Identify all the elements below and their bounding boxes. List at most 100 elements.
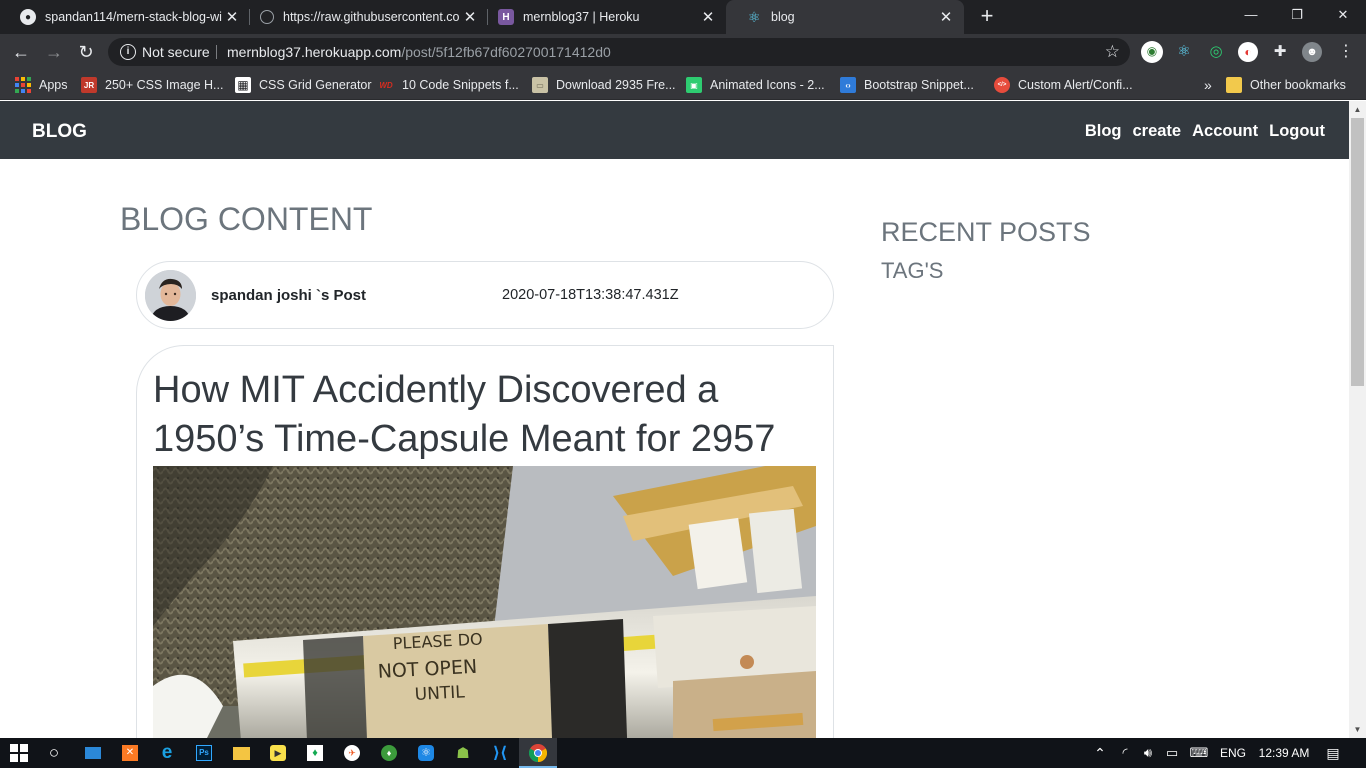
scrollbar-thumb[interactable] — [1351, 118, 1364, 386]
keyboard-icon[interactable]: ⌨ — [1186, 738, 1212, 768]
profile-extension-icon[interactable]: ◉ — [1141, 41, 1163, 63]
nav-link-account[interactable]: Account — [1192, 122, 1258, 141]
chrome-menu-icon[interactable]: ⋮ — [1336, 42, 1356, 62]
battery-icon[interactable]: ▭ — [1161, 738, 1183, 768]
close-tab-icon[interactable]: ✕ — [462, 8, 478, 26]
action-center-icon[interactable]: ▤ — [1322, 738, 1344, 768]
avatar-image — [145, 270, 196, 321]
tab-blog[interactable]: ⚛ blog ✕ — [726, 0, 964, 34]
tab-title: mernblog37 | Heroku — [523, 10, 640, 24]
chrome-taskbar-icon[interactable] — [527, 742, 549, 764]
profile-avatar-icon[interactable]: ☻ — [1302, 42, 1322, 62]
site-navbar: BLOG Blog create Account Logout — [0, 101, 1349, 159]
divider — [216, 45, 217, 59]
avatar[interactable] — [145, 270, 196, 321]
image-icon: ▭ — [532, 77, 548, 93]
language-indicator[interactable]: ENG — [1217, 738, 1249, 768]
nav-links: Blog create Account Logout — [1085, 122, 1325, 141]
wd-icon: WD — [379, 80, 393, 90]
back-button[interactable]: ← — [8, 39, 34, 65]
bookmark-bootstrap[interactable]: ‹› Bootstrap Snippet... — [840, 76, 974, 94]
scroll-down-arrow-icon[interactable]: ▼ — [1349, 721, 1366, 738]
post-image: PLEASE DO NOT OPEN UNTIL — [153, 466, 816, 738]
node-icon[interactable]: ♦ — [378, 742, 400, 764]
url-text[interactable]: mernblog37.herokuapp.com/post/5f12fb67df… — [227, 44, 611, 60]
apps-grid-icon — [15, 77, 31, 93]
bookmark-css-grid[interactable]: ▦ CSS Grid Generator — [235, 76, 372, 94]
close-tab-icon[interactable]: ✕ — [224, 8, 240, 26]
author-card: spandan joshi `s Post 2020-07-18T13:38:4… — [136, 261, 834, 329]
tab-raw-github[interactable]: https://raw.githubusercontent.co ✕ — [240, 0, 488, 34]
bookmark-star-icon[interactable]: ☆ — [1105, 42, 1120, 62]
tags-heading: TAG'S — [881, 258, 944, 283]
browser-tab-strip: ● spandan114/mern-stack-blog-wi ✕ https:… — [0, 0, 1366, 34]
bookmark-label: Custom Alert/Confi... — [1018, 78, 1133, 92]
forward-button[interactable]: → — [41, 39, 67, 65]
close-tab-icon[interactable]: ✕ — [938, 8, 954, 26]
security-label[interactable]: Not secure — [142, 44, 210, 60]
nav-link-blog[interactable]: Blog — [1085, 122, 1122, 141]
bookmark-label: Bootstrap Snippet... — [864, 78, 974, 92]
bootstrap-icon: ‹› — [840, 77, 856, 93]
post-date: 2020-07-18T13:38:47.431Z — [502, 287, 679, 303]
new-tab-button[interactable]: + — [976, 4, 998, 30]
bookmarks-overflow-button[interactable]: » — [1204, 76, 1212, 94]
web-page: BLOG Blog create Account Logout BLOG CON… — [0, 101, 1366, 738]
tray-chevron-icon[interactable]: ⌃ — [1090, 738, 1110, 768]
volume-icon[interactable]: 🔊︎ — [1138, 738, 1158, 768]
close-tab-icon[interactable]: ✕ — [700, 8, 716, 26]
media-player-icon[interactable]: ▶ — [267, 742, 289, 764]
bookmark-css-image[interactable]: JR 250+ CSS Image H... — [81, 76, 223, 94]
address-bar[interactable]: i Not secure mernblog37.herokuapp.com/po… — [108, 38, 1130, 66]
minimize-button[interactable]: — — [1228, 0, 1274, 30]
colorful-extension-icon[interactable]: ◐ — [1238, 42, 1258, 62]
extensions-puzzle-icon[interactable]: ✚ — [1270, 42, 1290, 62]
file-explorer-icon[interactable] — [230, 742, 252, 764]
photoshop-icon[interactable]: Ps — [193, 742, 215, 764]
bookmark-download[interactable]: ▭ Download 2935 Fre... — [532, 76, 676, 94]
nav-link-logout[interactable]: Logout — [1269, 122, 1325, 141]
postman-icon[interactable]: ✈ — [341, 742, 363, 764]
vscode-icon[interactable]: ⟩⟨ — [489, 742, 511, 764]
reload-button[interactable]: ↻ — [73, 39, 99, 65]
maximize-button[interactable]: ❐ — [1274, 0, 1320, 30]
bookmark-label: 250+ CSS Image H... — [105, 78, 224, 92]
react-app-icon[interactable]: ⚛ — [415, 742, 437, 764]
page-scrollbar[interactable]: ▲ ▼ — [1349, 101, 1366, 738]
android-studio-icon[interactable]: ☗ — [452, 742, 474, 764]
bookmark-other[interactable]: Other bookmarks — [1226, 76, 1346, 94]
heroku-icon: H — [498, 9, 514, 25]
tab-title: spandan114/mern-stack-blog-wi — [45, 10, 222, 24]
jr-icon: JR — [81, 77, 97, 93]
folder-icon — [1226, 77, 1242, 93]
close-window-button[interactable]: ✕ — [1320, 0, 1366, 30]
time-capsule-photo: PLEASE DO NOT OPEN UNTIL — [153, 466, 816, 738]
wifi-icon[interactable]: ◜ — [1114, 738, 1136, 768]
globe-icon — [260, 10, 274, 24]
info-icon[interactable]: i — [120, 44, 136, 60]
tab-github[interactable]: ● spandan114/mern-stack-blog-wi ✕ — [0, 0, 250, 34]
bookmark-label: 10 Code Snippets f... — [402, 78, 519, 92]
post-card: How MIT Accidently Discovered a 1950’s T… — [136, 345, 834, 738]
scroll-up-arrow-icon[interactable]: ▲ — [1349, 101, 1366, 118]
bookmark-code-snippets[interactable]: WD 10 Code Snippets f... — [378, 76, 519, 94]
bookmark-apps[interactable]: Apps — [15, 76, 68, 94]
author-name: spandan joshi `s Post — [211, 287, 367, 304]
edge-icon[interactable]: e — [156, 742, 178, 764]
extension-ring-icon[interactable]: ◎ — [1206, 42, 1226, 62]
bookmark-animated-icons[interactable]: ▣ Animated Icons - 2... — [686, 76, 825, 94]
search-circle-icon[interactable]: ○ — [43, 742, 65, 764]
grid-icon: ▦ — [235, 77, 251, 93]
url-host: mernblog37.herokuapp.com — [227, 44, 402, 60]
windows-start-icon[interactable] — [8, 742, 30, 764]
tab-heroku[interactable]: H mernblog37 | Heroku ✕ — [478, 0, 726, 34]
react-devtools-icon[interactable]: ⚛ — [1174, 42, 1194, 62]
xampp-icon[interactable]: ✕ — [119, 742, 141, 764]
mongodb-compass-icon[interactable]: ♦ — [304, 742, 326, 764]
brand-link[interactable]: BLOG — [32, 121, 87, 143]
bookmark-custom-alert[interactable]: </> Custom Alert/Confi... — [994, 76, 1133, 94]
clock[interactable]: 12:39 AM — [1254, 738, 1314, 768]
mail-icon[interactable] — [82, 742, 104, 764]
nav-link-create[interactable]: create — [1132, 122, 1181, 141]
tab-title: https://raw.githubusercontent.co — [283, 10, 460, 24]
